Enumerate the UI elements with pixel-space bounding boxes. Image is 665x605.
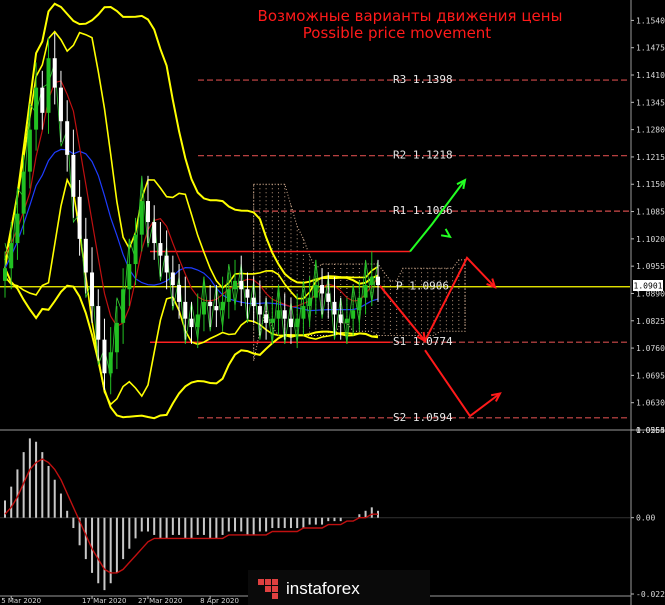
price-tick-label: 1.1410: [636, 71, 665, 80]
price-chart: R3 1.1398R2 1.1218R1 1.1086P 1.0906S1 1.…: [0, 0, 665, 605]
candle-body: [71, 154, 76, 197]
date-tick-label: 8 Apr 2020: [200, 597, 239, 605]
candle-body: [326, 293, 331, 302]
level-label-p: P 1.0906: [396, 280, 449, 293]
candle-body: [288, 318, 293, 328]
candle-body: [220, 301, 225, 311]
candle-body: [369, 276, 374, 286]
candle-body: [65, 121, 70, 155]
candle-body: [90, 272, 95, 307]
candle-body: [214, 306, 219, 311]
current-price-badge: 1.0901: [633, 280, 663, 291]
candle-body: [201, 301, 206, 315]
price-tick-label: 1.1150: [636, 180, 665, 189]
current-price-label: 1.0901: [634, 282, 663, 291]
candle-body: [245, 289, 250, 298]
candle-body: [52, 58, 57, 88]
price-tick-label: 1.0630: [636, 399, 665, 408]
candle-body: [177, 285, 182, 302]
candle-body: [195, 314, 200, 328]
candle-body: [77, 196, 82, 239]
candle-body: [276, 310, 281, 319]
candle-body: [257, 306, 262, 315]
candle-body: [108, 352, 113, 374]
candle-body: [251, 297, 256, 307]
candle-body: [21, 171, 26, 214]
candle-body: [102, 339, 107, 374]
date-tick-label: 27 Mar 2020: [138, 597, 182, 605]
candle-body: [46, 58, 51, 113]
candle-body: [58, 87, 63, 122]
candle-body: [307, 297, 312, 307]
candle-body: [96, 306, 101, 340]
candle-body: [313, 285, 318, 298]
candle-body: [127, 264, 132, 290]
candle-body: [282, 310, 287, 319]
candle-body: [332, 301, 337, 315]
price-tick-label: 1.0825: [636, 317, 665, 326]
candle-body: [114, 322, 119, 353]
candle-body: [264, 314, 269, 323]
level-label-r2: R2 1.1218: [393, 149, 453, 162]
candle-body: [363, 285, 368, 298]
candle-body: [3, 268, 7, 281]
macd-tick-label: 0.00: [636, 514, 655, 523]
price-tick-label: 1.0760: [636, 344, 665, 353]
level-label-r1: R1 1.1086: [393, 204, 453, 217]
candle-body: [15, 213, 20, 244]
chart-subtitle: Possible price movement: [303, 24, 492, 42]
candle-body: [158, 243, 163, 256]
price-tick-label: 1.1475: [636, 44, 665, 53]
candle-body: [295, 318, 300, 328]
candle-body: [133, 234, 138, 265]
candle-body: [121, 289, 126, 323]
candle-body: [34, 87, 39, 130]
level-label-s2: S2 1.0594: [393, 411, 453, 424]
candle-body: [27, 129, 32, 172]
candle-body: [189, 318, 194, 328]
candle-body: [320, 285, 325, 294]
brand-name: instaforex: [286, 579, 360, 598]
candle-body: [9, 243, 14, 269]
price-tick-label: 1.1280: [636, 126, 665, 135]
price-tick-label: 1.0955: [636, 262, 665, 271]
candle-body: [351, 310, 356, 319]
price-tick-label: 1.1345: [636, 98, 665, 107]
candle-body: [139, 201, 144, 235]
candle-body: [239, 280, 244, 290]
candle-body: [357, 297, 362, 311]
chart-title: Возможные варианты движения цены: [258, 7, 563, 25]
candle-body: [338, 314, 343, 323]
date-tick-label: 5 Mar 2020: [1, 597, 41, 605]
date-tick-label: 17 Mar 2020: [82, 597, 126, 605]
candle-body: [152, 222, 157, 244]
candle-body: [301, 306, 306, 319]
price-tick-label: 1.1020: [636, 235, 665, 244]
candle-body: [164, 255, 169, 273]
level-label-r3: R3 1.1398: [393, 73, 453, 86]
candle-body: [226, 289, 231, 302]
candle-body: [145, 201, 150, 223]
candle-body: [208, 301, 213, 307]
candle-body: [344, 318, 349, 323]
macd-tick-label: -0.02212: [636, 590, 665, 599]
candle-body: [183, 301, 188, 319]
candle-body: [376, 276, 380, 286]
candle-body: [233, 280, 238, 290]
price-tick-label: 1.0695: [636, 371, 665, 380]
price-tick-label: 1.1215: [636, 153, 665, 162]
candle-body: [83, 238, 88, 273]
brand-logo: instaforex: [248, 570, 430, 605]
price-tick-label: 1.1085: [636, 208, 665, 217]
price-tick-label: 1.1540: [636, 16, 665, 25]
candle-body: [40, 87, 45, 113]
macd-tick-label: 0.02542: [636, 426, 665, 435]
candle-body: [170, 272, 175, 286]
candle-body: [270, 318, 275, 323]
